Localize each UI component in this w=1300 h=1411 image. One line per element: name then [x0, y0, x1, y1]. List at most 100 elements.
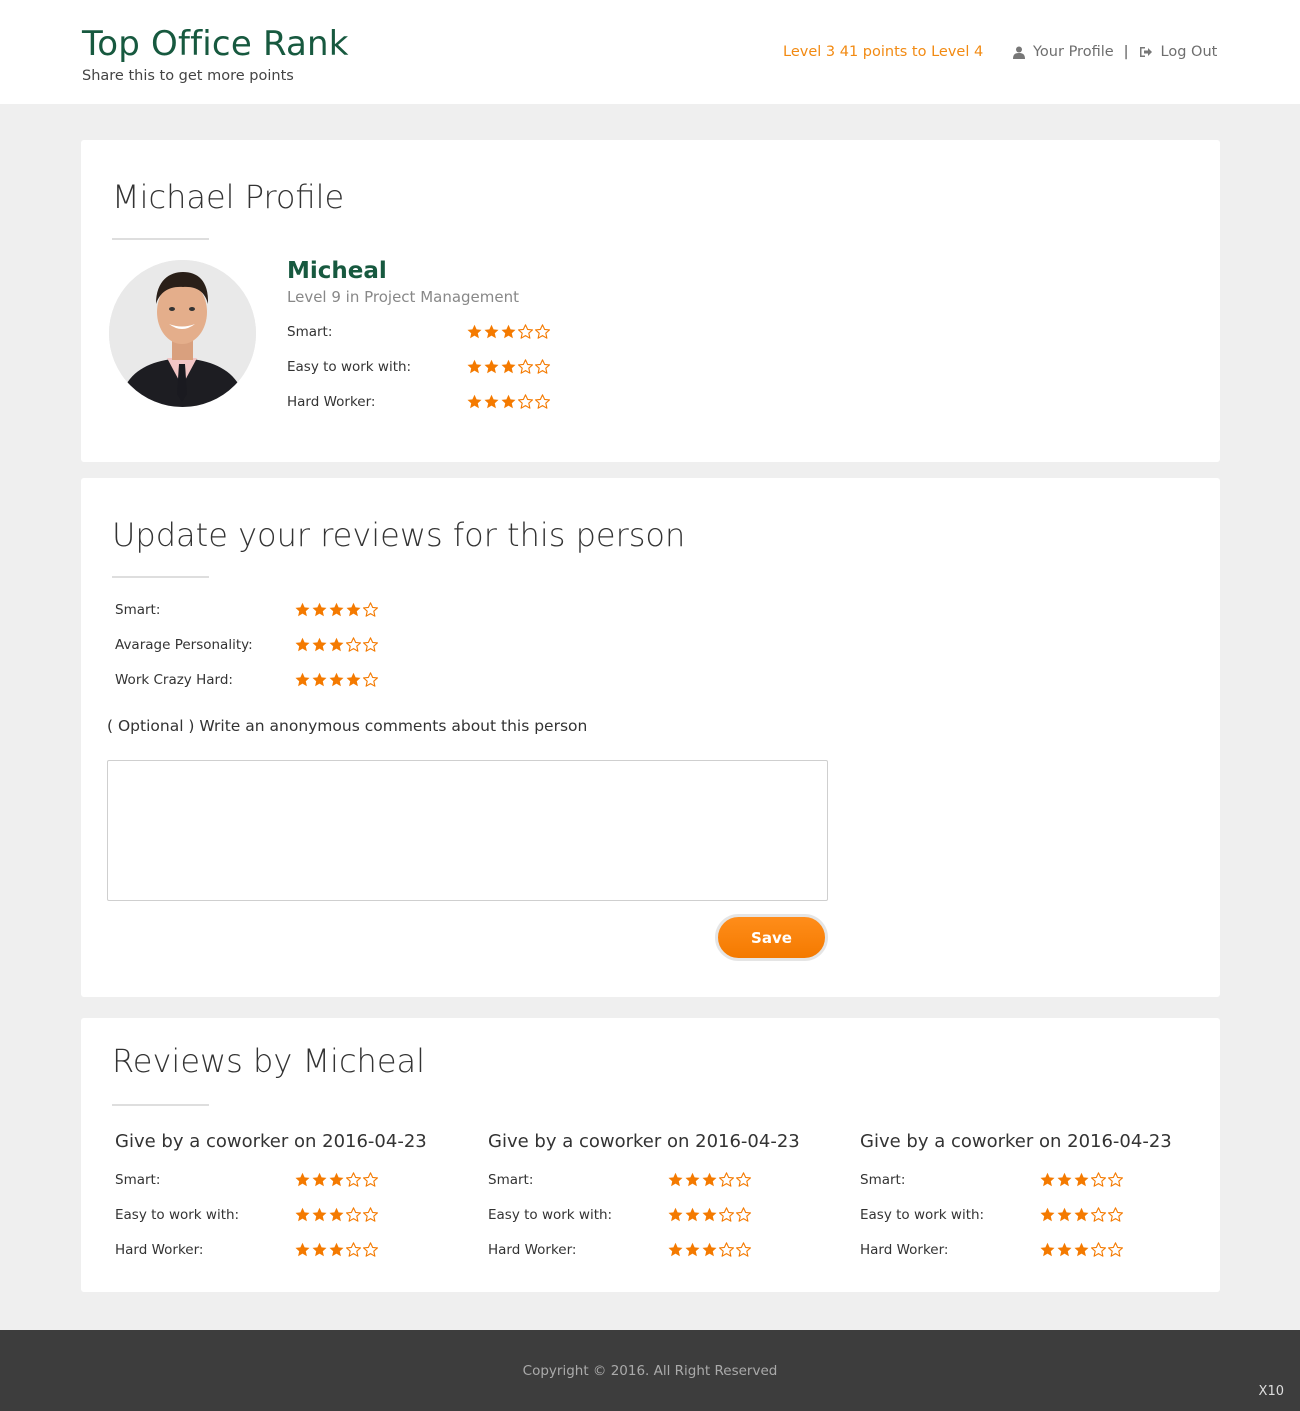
star-empty-icon [362, 1242, 379, 1257]
star-rating [1039, 1242, 1124, 1258]
review-item: Give by a coworker on 2016-04-23 Smart: … [115, 1131, 487, 1281]
star-empty-icon [534, 324, 551, 339]
star-empty-icon [718, 1172, 735, 1187]
review-title: Give by a coworker on 2016-04-23 [488, 1131, 800, 1152]
site-title[interactable]: Top Office Rank [82, 24, 349, 64]
star-filled-icon [329, 1172, 344, 1187]
profile-rating-smart: Smart: [287, 322, 557, 342]
review-rating-hard-worker: Hard Worker: [115, 1240, 385, 1260]
star-filled-icon[interactable] [345, 672, 362, 688]
rating-label: Hard Worker: [287, 394, 376, 410]
star-rating-input[interactable] [294, 637, 379, 653]
profile-card: Michael Profile Micheal Level 9 in Proje… [81, 140, 1220, 462]
update-rating-personality: Avarage Personality: [115, 635, 385, 655]
star-filled-icon [295, 1172, 310, 1187]
update-rating-work-hard: Work Crazy Hard: [115, 670, 385, 690]
star-empty-icon [735, 1242, 752, 1257]
reviews-card: Reviews by Micheal Give by a coworker on… [81, 1018, 1220, 1292]
star-empty-icon [517, 324, 534, 339]
copyright-text: Copyright © 2016. All Right Reserved [522, 1363, 778, 1379]
profile-heading: Michael Profile [112, 178, 345, 216]
star-filled-icon [484, 394, 499, 409]
your-profile-link[interactable]: Your Profile [1013, 44, 1114, 60]
star-filled-icon [329, 1242, 344, 1257]
star-empty-icon[interactable] [362, 672, 379, 688]
star-rating [466, 394, 551, 410]
star-filled-icon [668, 1242, 683, 1257]
star-filled-icon [702, 1172, 717, 1187]
star-empty-icon [735, 1207, 752, 1222]
comment-label: ( Optional ) Write an anonymous comments… [107, 717, 588, 735]
star-filled-icon[interactable] [294, 602, 311, 618]
your-profile-label: Your Profile [1033, 44, 1114, 60]
update-heading: Update your reviews for this person [112, 516, 686, 554]
rating-label: Easy to work with: [287, 359, 412, 375]
star-filled-icon [1057, 1242, 1072, 1257]
star-filled-icon [702, 1207, 717, 1222]
person-level: Level 9 in Project Management [287, 288, 520, 306]
star-filled-icon[interactable] [328, 602, 345, 618]
star-filled-icon [685, 1172, 700, 1187]
star-filled-icon [501, 394, 516, 409]
review-item: Give by a coworker on 2016-04-23 Smart: … [488, 1131, 860, 1281]
star-rating [294, 1207, 379, 1223]
star-empty-icon [1090, 1207, 1107, 1222]
profile-rating-easy: Easy to work with: [287, 357, 557, 377]
review-rating-smart: Smart: [488, 1170, 758, 1190]
star-filled-icon[interactable] [294, 637, 311, 653]
star-filled-icon[interactable] [294, 672, 311, 688]
star-empty-icon [362, 1172, 379, 1187]
star-empty-icon [534, 394, 551, 409]
rating-label: Smart: [860, 1172, 906, 1188]
star-filled-icon[interactable] [328, 637, 345, 653]
star-filled-icon[interactable] [328, 672, 345, 688]
star-filled-icon[interactable] [311, 672, 328, 688]
review-rating-easy: Easy to work with: [488, 1205, 758, 1225]
save-button[interactable]: Save [715, 914, 828, 961]
rating-label: Smart: [115, 1172, 161, 1188]
logout-link[interactable]: Log Out [1139, 44, 1218, 60]
corner-label: X10 [1258, 1384, 1284, 1399]
star-rating-input[interactable] [294, 672, 379, 688]
star-rating [667, 1207, 752, 1223]
star-rating [466, 359, 551, 375]
star-filled-icon [1057, 1172, 1072, 1187]
review-rating-hard-worker: Hard Worker: [488, 1240, 758, 1260]
user-nav: Your Profile | Log Out [1013, 44, 1217, 60]
logout-label: Log Out [1160, 44, 1218, 60]
star-filled-icon [685, 1207, 700, 1222]
star-rating-input[interactable] [294, 602, 379, 618]
star-empty-icon [345, 1172, 362, 1187]
star-empty-icon [362, 1207, 379, 1222]
star-filled-icon [1074, 1207, 1089, 1222]
star-empty-icon [345, 1207, 362, 1222]
comment-textarea[interactable] [107, 760, 828, 901]
rating-label: Hard Worker: [115, 1242, 204, 1258]
star-filled-icon[interactable] [311, 602, 328, 618]
star-filled-icon [329, 1207, 344, 1222]
star-empty-icon [345, 1242, 362, 1257]
star-filled-icon [685, 1242, 700, 1257]
review-item: Give by a coworker on 2016-04-23 Smart: … [860, 1131, 1232, 1281]
star-filled-icon [467, 394, 482, 409]
star-empty-icon[interactable] [362, 637, 379, 653]
star-filled-icon [702, 1242, 717, 1257]
star-filled-icon [295, 1207, 310, 1222]
rating-label: Hard Worker: [488, 1242, 577, 1258]
site-subtitle: Share this to get more points [82, 68, 294, 84]
star-filled-icon[interactable] [311, 637, 328, 653]
star-empty-icon[interactable] [362, 602, 379, 618]
level-status: Level 3 41 points to Level 4 [783, 44, 984, 60]
star-filled-icon[interactable] [345, 602, 362, 618]
star-empty-icon[interactable] [345, 637, 362, 653]
nav-separator: | [1123, 44, 1129, 60]
star-empty-icon [1107, 1242, 1124, 1257]
star-rating [667, 1242, 752, 1258]
star-rating [294, 1172, 379, 1188]
heading-divider [112, 238, 209, 240]
review-rating-smart: Smart: [860, 1170, 1130, 1190]
star-filled-icon [1040, 1172, 1055, 1187]
star-empty-icon [718, 1242, 735, 1257]
star-filled-icon [467, 359, 482, 374]
star-rating [667, 1172, 752, 1188]
